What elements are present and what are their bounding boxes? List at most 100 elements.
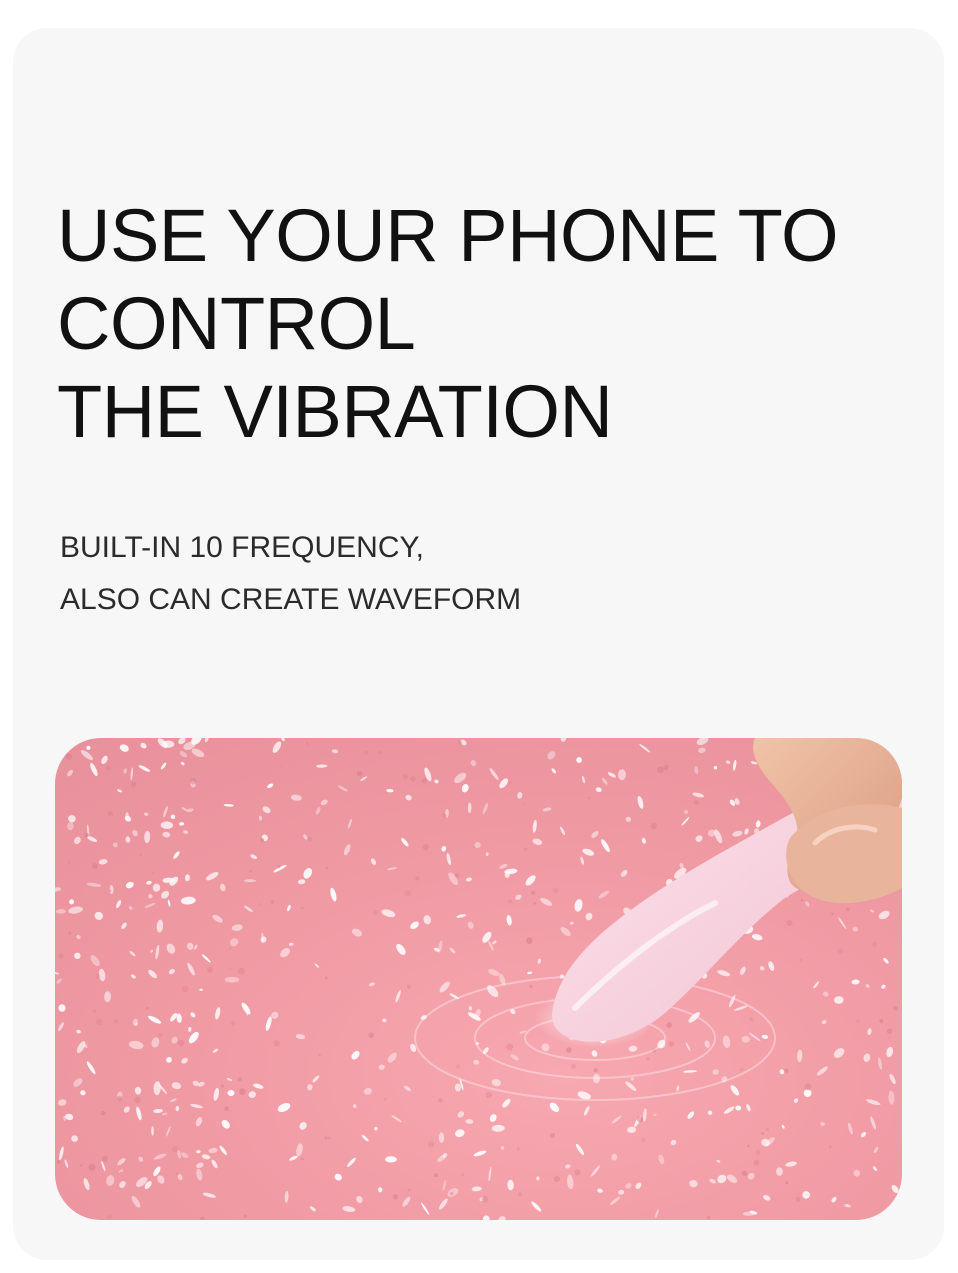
page-headline: USE YOUR PHONE TO CONTROL THE VIBRATION bbox=[57, 192, 917, 456]
water-shadow-dot bbox=[845, 907, 850, 912]
water-shadow-dot bbox=[328, 1136, 331, 1139]
water-shadow-dot bbox=[454, 873, 459, 878]
water-shadow-dot bbox=[151, 871, 155, 875]
water-shadow-dot bbox=[887, 1028, 893, 1034]
water-shadow-dot bbox=[641, 1137, 646, 1143]
water-shadow-dot bbox=[67, 860, 71, 864]
water-shadow-dot bbox=[96, 1018, 103, 1025]
water-shadow-dot bbox=[300, 906, 304, 910]
water-shadow-dot bbox=[450, 1192, 454, 1196]
water-shadow-dot bbox=[795, 1196, 801, 1202]
water-shadow-dot bbox=[307, 836, 312, 842]
water-shadow-dot bbox=[79, 1164, 83, 1167]
water-shadow-dot bbox=[753, 1159, 760, 1166]
water-shadow-dot bbox=[800, 898, 804, 902]
water-shadow-dot bbox=[427, 1140, 435, 1148]
water-shadow-dot bbox=[114, 1019, 119, 1024]
water-shadow-dot bbox=[229, 968, 232, 971]
water-shadow-dot bbox=[229, 947, 232, 950]
headline-line-1: USE YOUR PHONE TO bbox=[57, 194, 839, 277]
water-shadow-dot bbox=[145, 1006, 149, 1010]
water-shadow-dot bbox=[518, 1192, 523, 1197]
water-shadow-dot bbox=[741, 1170, 748, 1176]
water-shadow-dot bbox=[117, 1095, 122, 1101]
water-shadow-dot bbox=[706, 1215, 711, 1220]
water-shadow-dot bbox=[421, 778, 427, 784]
water-shadow-dot bbox=[893, 1006, 898, 1011]
water-shadow-dot bbox=[280, 765, 283, 768]
water-shadow-dot bbox=[693, 799, 700, 805]
water-shadow-dot bbox=[574, 1169, 581, 1176]
water-shadow-dot bbox=[237, 1077, 242, 1082]
water-shadow-dot bbox=[765, 1127, 769, 1131]
water-shadow-dot bbox=[522, 802, 525, 805]
water-shadow-dot bbox=[785, 1181, 789, 1185]
water-shadow-dot bbox=[517, 1147, 520, 1150]
water-shadow-dot bbox=[508, 899, 513, 904]
water-shadow-dot bbox=[102, 1155, 108, 1162]
water-shadow-dot bbox=[461, 1173, 465, 1177]
water-shadow-dot bbox=[553, 887, 559, 894]
water-shadow-dot bbox=[260, 838, 265, 842]
water-shadow-dot bbox=[550, 1133, 556, 1138]
sparkle bbox=[378, 1187, 383, 1193]
water-shadow-dot bbox=[526, 937, 533, 944]
water-shadow-dot bbox=[553, 1175, 560, 1183]
water-shadow-dot bbox=[506, 1043, 513, 1051]
water-shadow-dot bbox=[657, 766, 664, 774]
water-shadow-dot bbox=[324, 976, 328, 980]
water-shadow-dot bbox=[646, 1057, 650, 1061]
water-shadow-dot bbox=[406, 984, 411, 989]
water-shadow-dot bbox=[523, 847, 528, 852]
water-shadow-dot bbox=[318, 1053, 321, 1057]
water-shadow-dot bbox=[224, 1106, 230, 1112]
water-shadow-dot bbox=[189, 777, 197, 785]
description-line-1: BUILT-IN 10 FREQUENCY, bbox=[60, 531, 424, 564]
product-photo bbox=[55, 738, 902, 1220]
water-shadow-dot bbox=[392, 1194, 399, 1200]
sparkle bbox=[713, 766, 718, 770]
water-shadow-dot bbox=[273, 1040, 280, 1047]
water-shadow-dot bbox=[415, 876, 420, 881]
water-shadow-dot bbox=[843, 1203, 847, 1206]
water-shadow-dot bbox=[270, 900, 275, 904]
water-shadow-dot bbox=[237, 967, 245, 975]
water-shadow-dot bbox=[786, 920, 793, 927]
headline-line-3: THE VIBRATION bbox=[57, 370, 613, 453]
water-shadow-dot bbox=[178, 1039, 185, 1047]
water-shadow-dot bbox=[324, 1136, 328, 1140]
water-shadow-dot bbox=[533, 901, 537, 905]
sparkle bbox=[243, 879, 257, 883]
water-shadow-dot bbox=[95, 973, 100, 979]
water-shadow-dot bbox=[243, 1214, 247, 1218]
feature-description: BUILT-IN 10 FREQUENCY, ALSO CAN CREATE W… bbox=[60, 522, 860, 626]
water-shadow-dot bbox=[84, 832, 89, 838]
water-shadow-dot bbox=[68, 931, 72, 935]
water-vibration-illustration bbox=[55, 738, 902, 1220]
water-shadow-dot bbox=[402, 774, 408, 780]
water-shadow-dot bbox=[88, 1163, 96, 1171]
water-shadow-dot bbox=[837, 948, 844, 955]
water-shadow-dot bbox=[637, 1116, 644, 1123]
water-shadow-dot bbox=[668, 1041, 675, 1047]
water-shadow-dot bbox=[804, 1083, 812, 1091]
water-shadow-dot bbox=[442, 813, 447, 818]
water-shadow-dot bbox=[175, 1172, 179, 1176]
water-shadow-dot bbox=[784, 1068, 789, 1073]
water-shadow-dot bbox=[438, 1098, 443, 1103]
water-shadow-dot bbox=[410, 775, 416, 782]
water-shadow-dot bbox=[109, 889, 112, 892]
water-shadow-dot bbox=[485, 1091, 493, 1099]
water-shadow-dot bbox=[100, 1111, 106, 1116]
water-shadow-dot bbox=[799, 958, 803, 962]
water-shadow-dot bbox=[107, 811, 113, 817]
water-shadow-dot bbox=[158, 1033, 163, 1038]
water-shadow-dot bbox=[221, 1084, 224, 1088]
water-shadow-dot bbox=[434, 1173, 438, 1178]
water-shadow-dot bbox=[368, 1032, 375, 1039]
water-shadow-dot bbox=[747, 1145, 750, 1148]
water-shadow-dot bbox=[457, 740, 463, 745]
water-shadow-dot bbox=[325, 866, 329, 870]
water-shadow-dot bbox=[249, 869, 253, 873]
water-shadow-dot bbox=[171, 1146, 179, 1153]
